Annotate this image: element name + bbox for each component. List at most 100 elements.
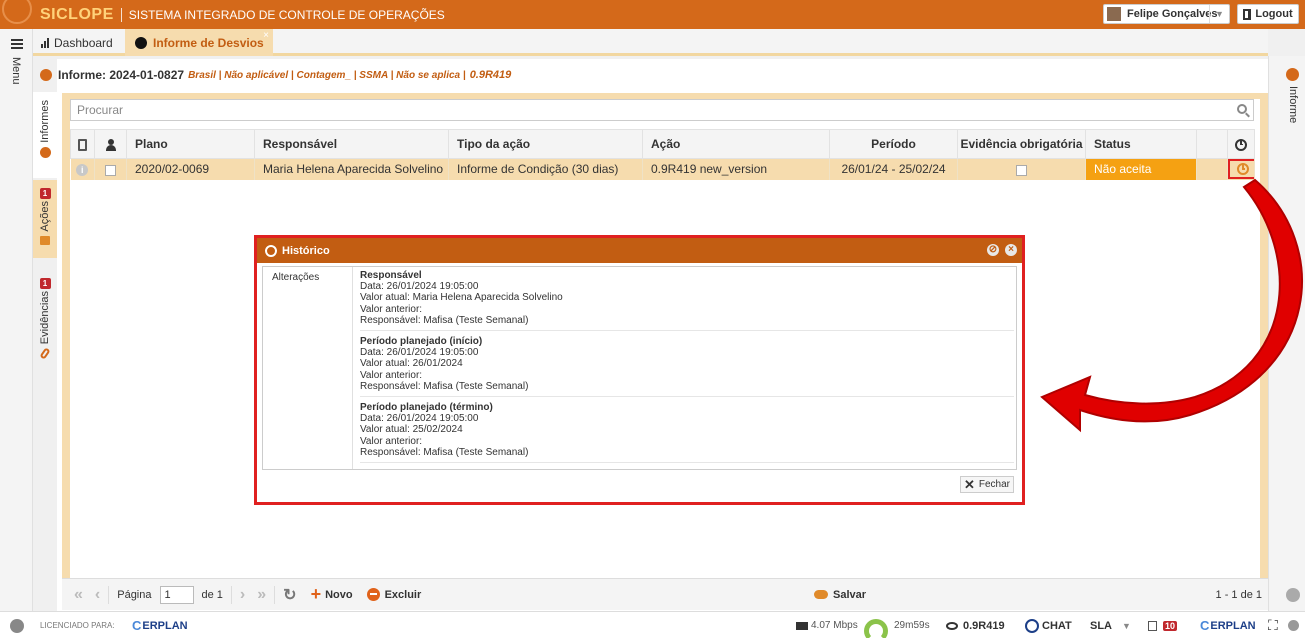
hamburger-icon[interactable] [11,39,23,51]
sla-menu[interactable]: SLA ▼ [1090,612,1131,638]
logout-label: Logout [1255,8,1293,20]
select-cell[interactable] [94,158,127,180]
close-icon: ✕ [963,476,975,492]
clock-icon [265,244,277,257]
prev-page-icon[interactable]: ‹ [95,586,100,604]
erplan-logo: C ERPLAN [132,618,188,633]
user-menu[interactable]: Felipe Gonçalves ▼ [1103,4,1230,24]
status-bar: LICENCIADO PARA: C ERPLAN 4.07 Mbps 29m59… [0,611,1305,638]
count-badge: 1 [39,278,51,289]
entry-current: Valor atual: Maria Helena Aparecida Solv… [360,292,563,304]
side-tab-label: Ações [39,201,51,232]
tab-informe-de-desvios[interactable]: Informe de Desvios × [125,29,273,56]
entry-responsible: Responsável: Mafisa (Teste Semanal) [360,446,529,458]
chat-button[interactable]: CHAT [1025,612,1072,638]
chevron-down-icon[interactable]: ▼ [1209,5,1229,23]
network-speed: 4.07 Mbps [796,612,858,638]
phone-icon[interactable] [1286,68,1299,81]
page-label: Página [117,588,152,601]
close-icon[interactable]: × [1005,244,1017,256]
cell-responsavel: Maria Helena Aparecida Solvelino [254,158,449,180]
minimize-icon[interactable]: ⊘ [987,244,999,256]
informe-meta: Brasil | Não aplicável | Contagem_ | SSM… [188,69,466,81]
phone-icon [39,146,51,158]
expand-arrow[interactable] [10,612,24,638]
whatsapp-icon [135,36,147,49]
info-icon[interactable]: i [76,164,89,177]
count-badge: 1 [39,188,51,199]
close-icon[interactable]: × [263,30,269,41]
column-header-clipboard [70,129,95,159]
avatar [1107,7,1121,21]
history-entry: Período planejado (início) Data: 26/01/2… [360,336,1014,398]
field-label: Alterações [272,272,320,283]
informe-title: Informe: 2024-01-0827 [58,68,185,82]
dialog-body: Alterações Responsável Data: 26/01/2024 … [262,266,1017,470]
entry-responsible: Responsável: Mafisa (Teste Semanal) [360,314,529,326]
top-bar: SICLOPE SISTEMA INTEGRADO DE CONTROLE DE… [0,0,1305,29]
logout-button[interactable]: Logout [1237,4,1299,24]
info-cell[interactable]: i [70,158,95,180]
fullscreen-icon[interactable]: ⛶ [1268,612,1278,638]
save-button[interactable]: Salvar [814,589,866,601]
evidence-checkbox[interactable] [1016,164,1027,176]
first-page-icon[interactable]: « [74,586,83,604]
new-label: Novo [325,588,353,601]
search-icon[interactable] [1237,104,1247,114]
bar-chart-icon [41,37,49,48]
erplan-text: ERPLAN [1210,619,1256,632]
version-value: 0.9R419 [963,619,1005,632]
notifications[interactable]: 10 [1148,612,1178,638]
column-header-evidencia[interactable]: Evidência obrigatória [957,129,1086,159]
page-input[interactable]: 1 [159,585,194,604]
delete-button[interactable]: Excluir [366,588,421,601]
chevron-down-icon[interactable]: ▼ [1122,621,1131,631]
divider [108,585,110,604]
column-header-acao[interactable]: Ação [642,129,830,159]
column-header-periodo[interactable]: Período [829,129,958,159]
menu-label[interactable]: Menu [10,57,22,85]
version-info: 0.9R419 [946,612,1005,638]
column-header-tipo[interactable]: Tipo da ação [448,129,643,159]
side-tab-evidencias[interactable]: 1 Evidências [33,270,57,370]
arrow-right-icon[interactable] [10,618,24,633]
search-input[interactable]: Procurar [70,99,1254,121]
tab-bar: Dashboard Informe de Desvios × [33,29,1268,56]
cloud-upload-icon [814,590,828,599]
record-count: 1 - 1 de 1 [1215,588,1262,601]
erplan-text: ERPLAN [142,619,188,632]
chat-label: CHAT [1042,619,1072,632]
history-entry: Responsável Data: 26/01/2024 19:05:00 Va… [360,270,1014,332]
clipboard-icon [78,138,87,151]
logo-text: SICLOPE [40,5,114,23]
entry-date: Data: 26/01/2024 19:05:00 [360,347,479,359]
cell-acao: 0.9R419 new_version [642,158,830,180]
side-tab-label: Evidências [39,291,51,345]
tab-dashboard-label: Dashboard [54,35,113,50]
tab-dashboard[interactable]: Dashboard [41,29,113,56]
new-button[interactable]: + Novo [311,584,353,605]
globe-icon[interactable] [1288,612,1299,638]
calendar-icon [1148,620,1157,631]
paperclip-icon [39,347,51,360]
entry-previous: Valor anterior: [360,435,423,447]
side-tab-informes[interactable]: Informes [33,92,57,178]
close-dialog-button[interactable]: ✕ Fechar [960,476,1014,493]
entry-title: Período planejado (término) [360,402,493,413]
side-tab-acoes[interactable]: 1 Ações [33,180,57,258]
scroll-up-icon[interactable] [1286,588,1300,602]
entry-date: Data: 26/01/2024 19:05:00 [360,413,479,425]
refresh-icon[interactable]: ↻ [283,585,296,605]
column-header-status[interactable]: Status [1085,129,1197,159]
last-page-icon[interactable]: » [257,586,266,604]
history-entry: Período planejado (término) Data: 26/01/… [360,402,1014,464]
calendar-icon [40,235,50,245]
history-dialog: Histórico ⊘ × Alterações Responsável Dat… [254,235,1025,505]
column-header-responsavel[interactable]: Responsável [254,129,449,159]
next-page-icon[interactable]: › [240,586,245,604]
paging-toolbar: « ‹ Página 1 de 1 › » ↻ + Novo Excluir S… [62,578,1268,610]
row-checkbox[interactable] [105,164,116,176]
help-icon [1025,618,1039,633]
column-header-plano[interactable]: Plano [126,129,255,159]
right-rail-label[interactable]: Informe [1287,86,1299,123]
